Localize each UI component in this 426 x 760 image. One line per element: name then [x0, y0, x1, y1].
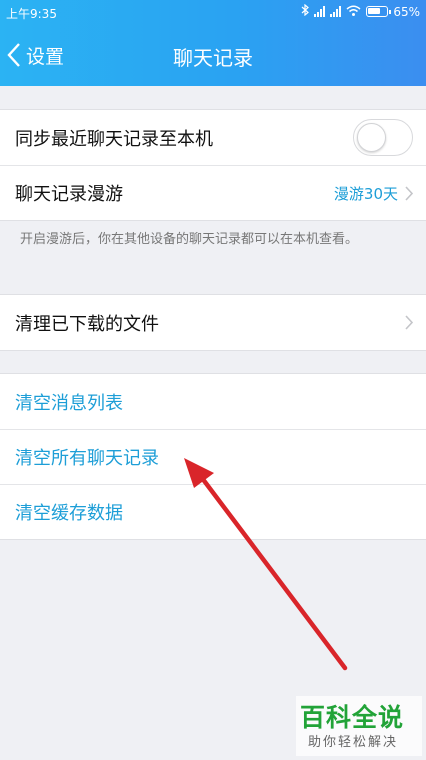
sync-recent-toggle[interactable]	[353, 119, 413, 156]
clear-message-list-button[interactable]: 清空消息列表	[0, 374, 426, 429]
status-icons: 65%	[301, 3, 420, 19]
watermark-logo: 百科全说	[300, 703, 405, 732]
toggle-knob	[357, 123, 386, 152]
signal-icon	[314, 6, 326, 17]
clear-all-chats-button[interactable]: 清空所有聊天记录	[0, 429, 426, 484]
sync-recent-label: 同步最近聊天记录至本机	[15, 128, 213, 150]
clear-actions-group: 清空消息列表 清空所有聊天记录 清空缓存数据	[0, 373, 426, 540]
files-group: 清理已下载的文件	[0, 294, 426, 351]
chat-roaming-value: 漫游30天	[333, 185, 398, 203]
clear-message-list-label: 清空消息列表	[15, 392, 123, 414]
bluetooth-icon	[301, 3, 310, 19]
chevron-right-icon	[405, 186, 414, 201]
clean-downloaded-files-row[interactable]: 清理已下载的文件	[0, 295, 426, 350]
sync-recent-row[interactable]: 同步最近聊天记录至本机	[0, 110, 426, 165]
sync-settings-group: 同步最近聊天记录至本机 聊天记录漫游 漫游30天	[0, 109, 426, 221]
watermark-tagline: 助你轻松解决	[308, 735, 399, 750]
nav-bar: 设置 聊天记录	[0, 26, 426, 86]
clear-cache-label: 清空缓存数据	[15, 503, 123, 524]
clear-all-chats-label: 清空所有聊天记录	[15, 448, 159, 469]
clear-cache-button[interactable]: 清空缓存数据	[0, 484, 426, 539]
clean-downloaded-files-label: 清理已下载的文件	[15, 313, 159, 335]
battery-percent: 65%	[393, 4, 420, 19]
chevron-right-icon	[405, 315, 414, 330]
watermark: 百科全说 助你轻松解决	[296, 696, 422, 756]
roaming-hint-text: 开启漫游后，你在其他设备的聊天记录都可以在本机查看。	[20, 232, 359, 247]
page-title: 聊天记录	[173, 46, 253, 70]
chat-roaming-label: 聊天记录漫游	[15, 184, 123, 205]
app-header: 上午9:35 65% 设置 聊天记录	[0, 0, 426, 86]
wifi-icon	[346, 5, 361, 19]
status-bar: 上午9:35 65%	[0, 0, 426, 26]
chat-roaming-row[interactable]: 聊天记录漫游 漫游30天	[0, 165, 426, 220]
battery-icon	[366, 6, 392, 17]
signal-icon-2	[330, 6, 342, 17]
status-time: 上午9:35	[6, 7, 57, 21]
